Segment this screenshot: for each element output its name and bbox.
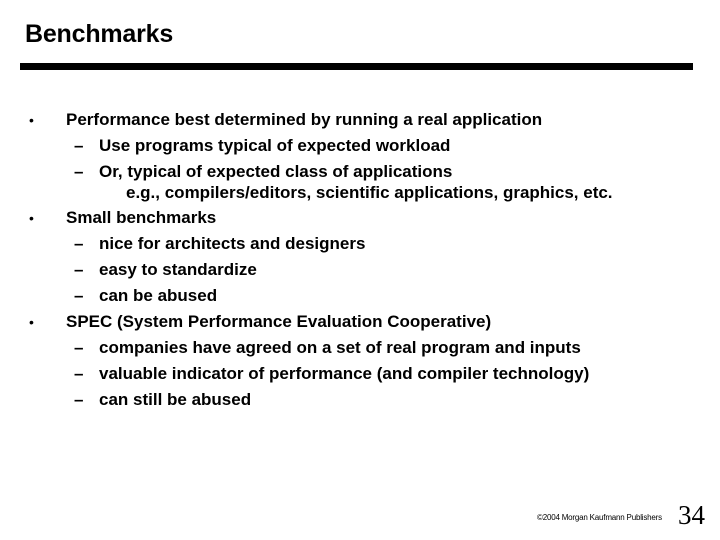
dash-icon: –: [74, 234, 84, 253]
dash-icon: –: [74, 136, 84, 155]
bullet-1-continuation: e.g., compilers/editors, scientific appl…: [126, 183, 613, 202]
dash-icon: –: [74, 286, 84, 305]
bullet-2-subitem-1: nice for architects and designers: [99, 234, 366, 253]
bullet-3-subitem-2: valuable indicator of performance (and c…: [99, 364, 590, 383]
dash-icon: –: [74, 390, 84, 409]
bullet-icon: •: [29, 210, 34, 226]
bullet-3-text: SPEC (System Performance Evaluation Coop…: [66, 312, 492, 331]
bullet-1-subitem-2: Or, typical of expected class of applica…: [99, 162, 453, 181]
dash-icon: –: [74, 338, 84, 357]
copyright-footer: ©2004 Morgan Kaufmann Publishers: [537, 513, 662, 522]
bullet-2-subitem-2: easy to standardize: [99, 260, 257, 279]
bullet-3-subitem-1: companies have agreed on a set of real p…: [99, 338, 581, 357]
dash-icon: –: [74, 364, 84, 383]
bullet-icon: •: [29, 112, 34, 128]
slide-title: Benchmarks: [25, 20, 174, 48]
page-number: 34: [678, 500, 705, 530]
bullet-2-subitem-3: can be abused: [99, 286, 218, 305]
bullet-3-subitem-3: can still be abused: [99, 390, 252, 409]
bullet-2-text: Small benchmarks: [66, 208, 217, 227]
dash-icon: –: [74, 260, 84, 279]
title-underline-divider: [20, 63, 693, 70]
dash-icon: –: [74, 162, 84, 181]
bullet-1-text: Performance best determined by running a…: [66, 110, 543, 129]
bullet-icon: •: [29, 314, 34, 330]
bullet-1-subitem-1: Use programs typical of expected workloa…: [99, 136, 451, 155]
